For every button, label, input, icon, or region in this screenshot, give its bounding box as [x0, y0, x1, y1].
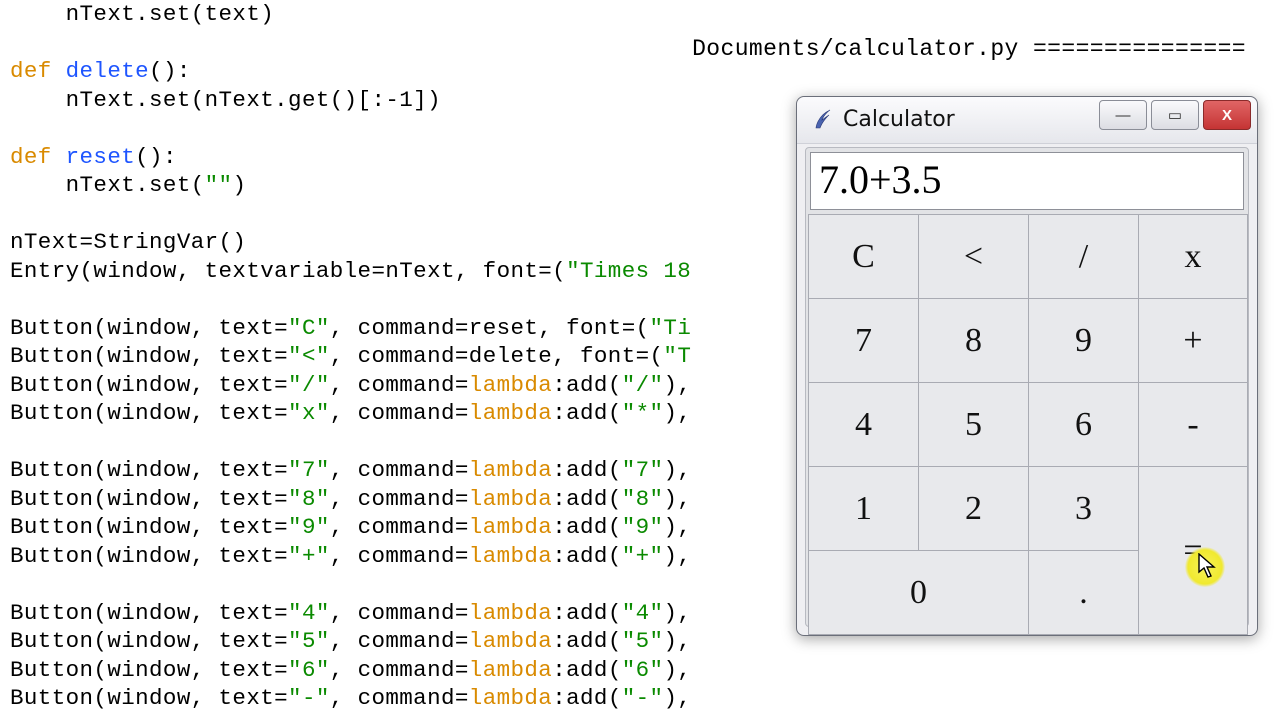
digit-7-button[interactable]: 7: [808, 298, 919, 383]
multiply-button[interactable]: x: [1138, 214, 1248, 299]
maximize-icon: ▭: [1168, 106, 1182, 124]
subtract-button[interactable]: -: [1138, 382, 1248, 467]
minimize-button[interactable]: —: [1099, 100, 1147, 130]
digit-1-button[interactable]: 1: [808, 466, 919, 551]
digit-6-button[interactable]: 6: [1028, 382, 1139, 467]
digit-3-button[interactable]: 3: [1028, 466, 1139, 551]
digit-5-button[interactable]: 5: [918, 382, 1029, 467]
minimize-icon: —: [1116, 107, 1131, 124]
equals-button[interactable]: =: [1138, 466, 1248, 635]
display-entry[interactable]: 7.0+3.5: [810, 152, 1244, 210]
calculator-body: 7.0+3.5 C < / x 7 8 9 + 4 5 6 - 1 2: [805, 147, 1249, 627]
calculator-window: Calculator — ▭ X 7.0+3.5 C < / x 7 8 9 +: [796, 96, 1258, 636]
add-button[interactable]: +: [1138, 298, 1248, 383]
digit-4-button[interactable]: 4: [808, 382, 919, 467]
close-button[interactable]: X: [1203, 100, 1251, 130]
tk-feather-icon: [811, 107, 835, 131]
close-icon: X: [1222, 107, 1232, 124]
code-editor[interactable]: nText.set(text) def delete(): nText.set(…: [10, 0, 718, 720]
clear-button[interactable]: C: [808, 214, 919, 299]
titlebar[interactable]: Calculator — ▭ X: [797, 97, 1257, 144]
digit-8-button[interactable]: 8: [918, 298, 1029, 383]
digit-0-button[interactable]: 0: [808, 550, 1029, 635]
window-title: Calculator: [843, 107, 955, 132]
code-text: nText.set(text) def delete(): nText.set(…: [10, 0, 718, 713]
decimal-button[interactable]: .: [1028, 550, 1139, 635]
shell-output-header: Documents/calculator.py ===============: [692, 36, 1246, 62]
maximize-button[interactable]: ▭: [1151, 100, 1199, 130]
button-grid: C < / x 7 8 9 + 4 5 6 - 1 2 3 = 0: [808, 214, 1246, 624]
backspace-button[interactable]: <: [918, 214, 1029, 299]
digit-2-button[interactable]: 2: [918, 466, 1029, 551]
divide-button[interactable]: /: [1028, 214, 1139, 299]
digit-9-button[interactable]: 9: [1028, 298, 1139, 383]
